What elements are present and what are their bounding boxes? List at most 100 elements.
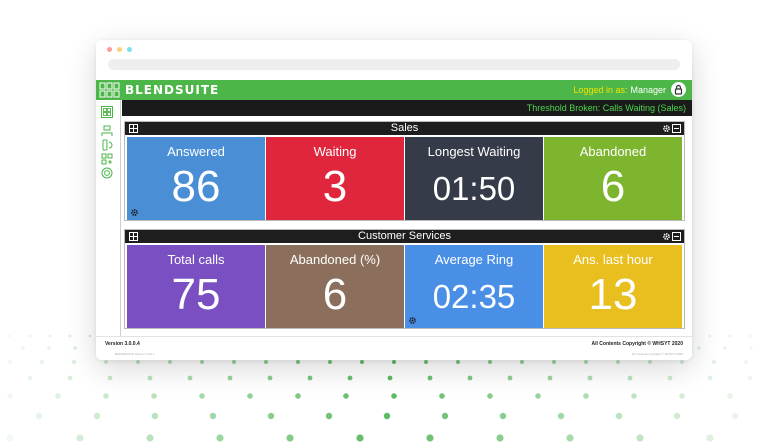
floor-dot (520, 360, 524, 364)
login-status: Logged in as: Manager (573, 84, 666, 96)
floor-dot (360, 360, 364, 364)
tile-value: 6 (322, 270, 348, 319)
floor-dot (488, 360, 492, 364)
floor-dot (441, 412, 449, 420)
agents-icon[interactable] (101, 125, 113, 137)
version-label: Version 3.0.0.4 (105, 341, 140, 347)
tile-value: 13 (588, 270, 638, 319)
floor-dot (424, 360, 428, 364)
floor-dot (216, 434, 224, 442)
floor-dot (48, 334, 52, 338)
floor-dot (391, 393, 397, 399)
floor-dot (731, 412, 739, 420)
sidebar (96, 100, 121, 336)
tile-label: Answered (167, 144, 225, 159)
window-close-dot[interactable] (107, 47, 112, 52)
floor-dot (627, 375, 633, 381)
floor-dot (697, 346, 701, 350)
floor-dot (40, 360, 44, 364)
floor-dot (507, 375, 513, 381)
tile-value: 86 (171, 162, 221, 211)
floor-dot (467, 375, 473, 381)
floor-dot (325, 412, 333, 420)
floor-dot (749, 346, 753, 350)
floor-dot (426, 434, 434, 442)
floor-dot (679, 393, 685, 399)
floor-dot (547, 375, 553, 381)
dashboard-content: Sales Answered 86 Waiting 3 Longest Wait… (122, 116, 692, 336)
footer: Version 3.0.0.4 All Contents Copyright ©… (96, 336, 692, 360)
floor-dot (67, 375, 73, 381)
collapse-icon[interactable] (672, 232, 681, 241)
floor-dot (146, 434, 154, 442)
floor-dot (387, 375, 393, 381)
floor-dot (496, 434, 504, 442)
panel-title: Customer Services (358, 230, 451, 242)
window-minimize-dot[interactable] (117, 47, 122, 52)
gear-icon[interactable] (408, 316, 417, 325)
floor-dot (7, 393, 13, 399)
phone-icon[interactable] (101, 139, 113, 151)
floor-dot (107, 375, 113, 381)
floor-dot (723, 346, 727, 350)
kpi-tile[interactable]: Ans. last hour 13 (544, 245, 682, 328)
panel-header: Sales (125, 122, 684, 135)
floor-dot (439, 393, 445, 399)
floor-dot (147, 375, 153, 381)
dashboard-grid-icon[interactable] (101, 106, 113, 118)
floor-dot (76, 434, 84, 442)
floor-dot (712, 360, 716, 364)
floor-dot (200, 360, 204, 364)
floor-dot (247, 393, 253, 399)
kpi-tile[interactable]: Total calls 75 (127, 245, 265, 328)
floor-dot (88, 334, 92, 338)
floor-dot (631, 393, 637, 399)
floor-dot (168, 360, 172, 364)
floor-dot (648, 360, 652, 364)
tile-value: 75 (171, 270, 221, 319)
floor-dot (584, 360, 588, 364)
panel-title: Sales (390, 122, 419, 134)
target-icon[interactable] (101, 167, 113, 179)
kpi-tile[interactable]: Abandoned 6 (544, 137, 682, 220)
kpi-tile[interactable]: Answered 86 (127, 137, 265, 220)
panel-header: Customer Services (125, 230, 684, 243)
gear-icon[interactable] (130, 208, 139, 217)
gear-icon[interactable] (662, 124, 671, 133)
browser-chrome (96, 40, 692, 80)
floor-dot (487, 393, 493, 399)
tile-value: 6 (600, 162, 626, 211)
floor-dot (68, 334, 72, 338)
floor-dot (583, 393, 589, 399)
version-faint-label: BLENDSUITE Version 3.0.0.x (115, 352, 155, 356)
login-user: Manager (630, 85, 666, 95)
floor-dot (199, 393, 205, 399)
floor-dot (151, 412, 159, 420)
gear-icon[interactable] (662, 232, 671, 241)
copyright-label: All Contents Copyright © WHSYT 2020 (591, 341, 683, 347)
kpi-tile[interactable]: Average Ring 02:35 (405, 245, 543, 328)
collapse-icon[interactable] (672, 124, 681, 133)
kpi-tile[interactable]: Abandoned (%) 6 (266, 245, 404, 328)
floor-dot (8, 360, 12, 364)
tile-value: 02:35 (432, 278, 516, 315)
kpi-tile[interactable]: Waiting 3 (266, 137, 404, 220)
floor-dot (356, 434, 364, 442)
floor-dot (427, 375, 433, 381)
tile-label: Abandoned (579, 144, 647, 159)
floor-dot (72, 360, 76, 364)
floor-dot (55, 393, 61, 399)
lock-icon[interactable] (671, 82, 686, 97)
kpi-tile[interactable]: Longest Waiting 01:50 (405, 137, 543, 220)
floor-dot (21, 346, 25, 350)
window-maximize-dot[interactable] (127, 47, 132, 52)
floor-dot (747, 375, 753, 381)
floor-dot (587, 375, 593, 381)
floor-dot (47, 346, 51, 350)
floor-dot (535, 393, 541, 399)
floor-dot (295, 393, 301, 399)
floor-dot (227, 375, 233, 381)
layout-icon[interactable] (101, 153, 113, 165)
app-header: BLENDSUITE Logged in as: Manager (96, 80, 692, 100)
address-bar[interactable] (108, 59, 680, 70)
